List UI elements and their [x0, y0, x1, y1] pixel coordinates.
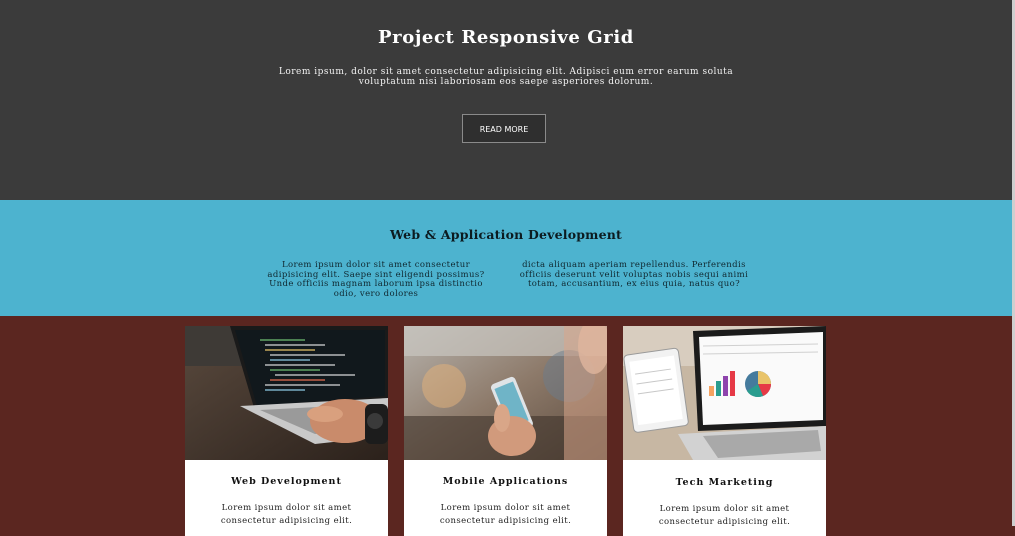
laptop-code-image [185, 326, 388, 460]
card-text: Lorem ipsum dolor sit amet consectetur a… [658, 504, 791, 527]
card-tech-marketing[interactable]: Tech Marketing Lorem ipsum dolor sit ame… [623, 326, 826, 536]
read-more-button[interactable]: READ MORE [462, 114, 546, 143]
card-text: Lorem ipsum dolor sit amet consectetur a… [220, 503, 353, 526]
band-text-column-left: Lorem ipsum dolor sit amet consectetur a… [267, 260, 485, 299]
services-band: Web & Application Development Lorem ipsu… [0, 200, 1012, 316]
band-title: Web & Application Development [389, 227, 623, 242]
hero-title: Project Responsive Grid [378, 27, 634, 48]
card-mobile-applications[interactable]: Mobile Applications Lorem ipsum dolor si… [404, 326, 607, 536]
hero-section: Project Responsive Grid Lorem ipsum, dol… [0, 0, 1012, 200]
card-text: Lorem ipsum dolor sit amet consectetur a… [439, 503, 572, 526]
phone-in-hand-image [404, 326, 607, 460]
hero-description: Lorem ipsum, dolor sit amet consectetur … [278, 67, 734, 87]
band-text-column-right: dicta aliquam aperiam repellendus. Perfe… [519, 260, 749, 289]
laptop-charts-image [623, 326, 826, 460]
card-web-development[interactable]: Web Development Lorem ipsum dolor sit am… [185, 326, 388, 536]
card-title: Mobile Applications [442, 476, 569, 487]
card-title: Web Development [231, 476, 342, 487]
card-title: Tech Marketing [675, 477, 774, 488]
